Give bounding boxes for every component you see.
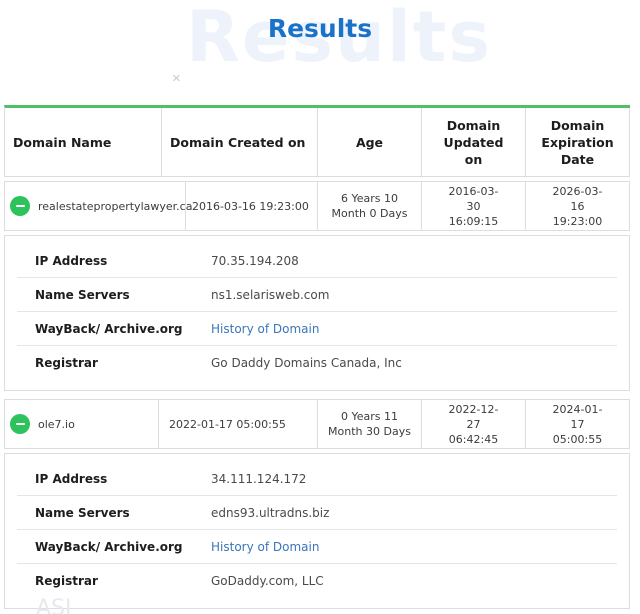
header-updated-on: Domain Updated on	[422, 108, 526, 177]
registrar-value: Go Daddy Domains Canada, Inc	[211, 356, 402, 370]
minus-circle-icon[interactable]	[10, 414, 30, 434]
ip-value: 70.35.194.208	[211, 253, 299, 268]
updated-cell: 2016-03-30 16:09:15	[422, 182, 526, 231]
domain-name: ole7.io	[38, 417, 75, 431]
header-age: Age	[318, 108, 422, 177]
ip-label: IP Address	[35, 471, 108, 486]
registrar-value: GoDaddy.com, LLC	[211, 574, 324, 588]
results-table: Domain Name Domain Created on Age Domain…	[4, 105, 630, 609]
detail-row-name-servers: Name Servers edns93.ultradns.biz	[17, 496, 617, 530]
name-servers-value: ns1.selarisweb.com	[211, 287, 330, 302]
detail-row-wayback: WayBack/ Archive.org History of Domain	[17, 312, 617, 346]
header-created-on: Domain Created on	[162, 108, 318, 177]
registrar-label: Registrar	[35, 574, 98, 588]
domain-details: IP Address 34.111.124.172 Name Servers e…	[4, 453, 630, 609]
name-servers-label: Name Servers	[35, 505, 130, 520]
domain-cell: realestatepropertylawyer.ca	[5, 182, 192, 231]
ip-label: IP Address	[35, 253, 108, 268]
created-cell: 2022-01-17 05:00:55	[159, 400, 318, 449]
detail-row-ip: IP Address 34.111.124.172	[17, 462, 617, 496]
table-row[interactable]: ole7.io 2022-01-17 05:00:55 0 Years 11 M…	[4, 399, 630, 449]
history-of-domain-link[interactable]: History of Domain	[211, 540, 319, 554]
updated-cell: 2022-12-27 06:42:45	[422, 400, 526, 449]
detail-row-name-servers: Name Servers ns1.selarisweb.com	[17, 278, 617, 312]
detail-row-registrar: Registrar GoDaddy.com, LLC	[17, 564, 617, 598]
age-cell: 6 Years 10 Month 0 Days	[318, 182, 422, 231]
footer-watermark: ASI	[36, 596, 72, 614]
header-domain-name: Domain Name	[5, 108, 162, 177]
domain-details: IP Address 70.35.194.208 Name Servers ns…	[4, 235, 630, 391]
expiration-cell: 2024-01-17 05:00:55	[526, 400, 630, 449]
detail-row-wayback: WayBack/ Archive.org History of Domain	[17, 530, 617, 564]
page-title: Results	[267, 14, 373, 43]
name-servers-value: edns93.ultradns.biz	[211, 505, 330, 520]
domain-name: realestatepropertylawyer.ca	[38, 199, 193, 213]
table-row[interactable]: realestatepropertylawyer.ca 2016-03-16 1…	[4, 181, 630, 231]
ip-value: 34.111.124.172	[211, 471, 307, 486]
table-header: Domain Name Domain Created on Age Domain…	[4, 105, 630, 177]
results-hero: Results Results ×	[0, 0, 640, 100]
close-icon[interactable]: ×	[172, 70, 181, 87]
name-servers-label: Name Servers	[35, 287, 130, 302]
expiration-cell: 2026-03-16 19:23:00	[526, 182, 630, 231]
domain-cell: ole7.io	[5, 400, 159, 449]
detail-row-registrar: Registrar Go Daddy Domains Canada, Inc	[17, 346, 617, 380]
history-of-domain-link[interactable]: History of Domain	[211, 322, 319, 336]
detail-row-ip: IP Address 70.35.194.208	[17, 244, 617, 278]
registrar-label: Registrar	[35, 356, 98, 370]
header-expiration: Domain Expiration Date	[526, 108, 630, 177]
created-cell: 2016-03-16 19:23:00	[186, 182, 318, 231]
wayback-label: WayBack/ Archive.org	[35, 539, 183, 554]
age-cell: 0 Years 11 Month 30 Days	[318, 400, 422, 449]
wayback-label: WayBack/ Archive.org	[35, 321, 183, 336]
minus-circle-icon[interactable]	[10, 196, 30, 216]
